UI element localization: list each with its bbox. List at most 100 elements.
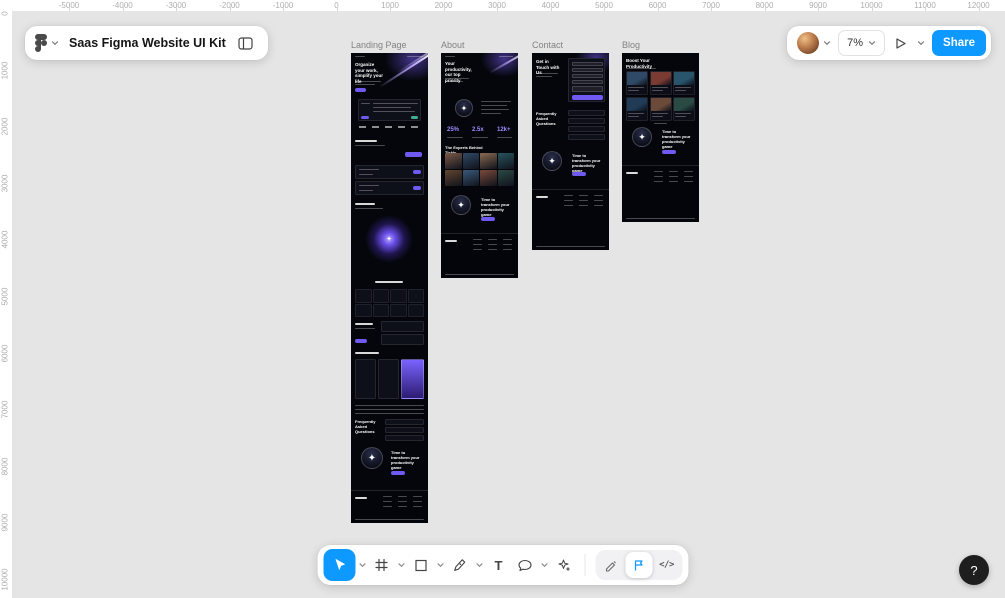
feature-card (372, 289, 389, 303)
footer-line (488, 249, 497, 250)
frame-blog[interactable]: Boost Your Productivity Time to transfor… (622, 53, 699, 222)
marker-icon (605, 561, 616, 572)
frame-label-contact[interactable]: Contact (532, 40, 563, 50)
ruler-tick (443, 7, 445, 11)
form-field (572, 80, 603, 84)
present-button[interactable] (890, 31, 910, 55)
footer-line (398, 506, 407, 507)
blog-post-card (673, 71, 695, 96)
file-toolbar: Saas Figma Website UI Kit (25, 26, 268, 60)
faq-row (568, 134, 605, 140)
footer-line (684, 171, 693, 172)
code-icon: </> (659, 560, 674, 570)
cursor-icon (335, 559, 345, 570)
pill (355, 339, 367, 343)
ruler-tick (550, 7, 552, 11)
ruler-tick (871, 7, 873, 11)
canvas[interactable]: Landing Page About Contact Blog Organize… (0, 0, 1005, 598)
ruler-tick (604, 7, 605, 11)
ruler-tick (711, 7, 712, 11)
logo-badge (542, 151, 562, 171)
line (359, 174, 373, 175)
shape-tool-options[interactable] (434, 549, 446, 581)
logos-row (359, 126, 420, 128)
feature-row (355, 181, 424, 195)
ruler-left[interactable]: 0 1000 2000 3000 4000 5000 6000 7000 8000 9000 100… (0, 0, 12, 598)
ruler-tick (657, 7, 659, 11)
line (675, 86, 691, 88)
footer (351, 490, 428, 523)
ruler-left-label: 2000 (0, 117, 10, 136)
footer-line (564, 205, 573, 206)
footer-bottom-bar (445, 274, 514, 275)
toggle-panels-button[interactable] (234, 31, 258, 55)
faq-row (385, 419, 424, 425)
feature-card (407, 289, 424, 303)
shape-tool-button[interactable] (408, 549, 433, 581)
chevron-down-icon (917, 41, 925, 46)
faq-row (385, 435, 424, 441)
frame-tool-button[interactable] (369, 549, 394, 581)
line (355, 405, 424, 406)
footer-line (684, 181, 693, 182)
ruler-tick (497, 7, 498, 11)
design-mode-toggle[interactable] (625, 552, 652, 578)
share-button[interactable]: Share (932, 30, 986, 56)
ruler-top[interactable]: -5000 -4000 -3000 -2000 -1000 0 1000 2000 3000 40… (12, 0, 1005, 11)
blog-post-photo (650, 72, 671, 85)
line (675, 115, 686, 117)
line (445, 78, 469, 79)
frame-about[interactable]: Your productivity, our top priority 25% … (441, 53, 518, 278)
present-options-button[interactable] (915, 27, 927, 59)
help-button[interactable]: ? (959, 555, 989, 585)
ruler-left-label: 8000 (0, 457, 10, 476)
pen-tool-options[interactable] (473, 549, 485, 581)
actions-tool-button[interactable] (551, 549, 576, 581)
footer-line (654, 181, 663, 182)
avatar-menu-button[interactable] (795, 30, 833, 56)
sparkle-icon (558, 559, 570, 571)
footer (622, 165, 699, 222)
form-field (572, 62, 603, 66)
stat-value: 12k+ (497, 127, 511, 133)
footer-line (488, 239, 497, 240)
section-heading-line (355, 352, 379, 354)
frame-icon (375, 558, 388, 572)
pricing-card (378, 359, 399, 399)
dev-mode-toggle[interactable]: </> (653, 552, 680, 578)
move-tool-button[interactable] (323, 549, 355, 581)
ruler-left-label: 3000 (0, 174, 10, 193)
ruler-tick (69, 7, 70, 11)
cta-pill (391, 471, 405, 475)
cta-pill (662, 150, 676, 154)
frame-landing-page[interactable]: Organize your work, simplify your life ✦… (351, 53, 428, 523)
ruler-tick (176, 7, 177, 11)
section-cta-pill (405, 152, 422, 157)
zoom-select[interactable]: 7% (838, 30, 886, 56)
footer-bottom-bar (626, 218, 695, 219)
line (359, 185, 379, 186)
logo-badge (455, 99, 473, 117)
text-tool-button[interactable]: T (486, 549, 511, 581)
line (373, 103, 418, 104)
team-photo (480, 153, 497, 169)
line (472, 137, 488, 138)
frame-label-blog[interactable]: Blog (622, 40, 640, 50)
frame-label-about[interactable]: About (441, 40, 465, 50)
frame-tool-options[interactable] (395, 549, 407, 581)
submit-pill (572, 95, 603, 100)
main-menu-button[interactable] (33, 32, 61, 54)
footer-line (626, 172, 638, 174)
feature-card (355, 289, 372, 303)
pen-tool-button[interactable] (447, 549, 472, 581)
frame-contact[interactable]: Get in Touch with Us Frequently Asked Qu… (532, 53, 609, 250)
comment-tool-button[interactable] (512, 549, 537, 581)
annotate-tool-button[interactable] (597, 552, 624, 578)
chevron-down-icon (397, 563, 405, 568)
nav-line (355, 56, 365, 57)
move-tool-options[interactable] (356, 549, 368, 581)
frame-label-landing[interactable]: Landing Page (351, 40, 407, 50)
ruler-left-label: 5000 (0, 287, 10, 306)
section-heading-line (355, 323, 373, 325)
comment-tool-options[interactable] (538, 549, 550, 581)
